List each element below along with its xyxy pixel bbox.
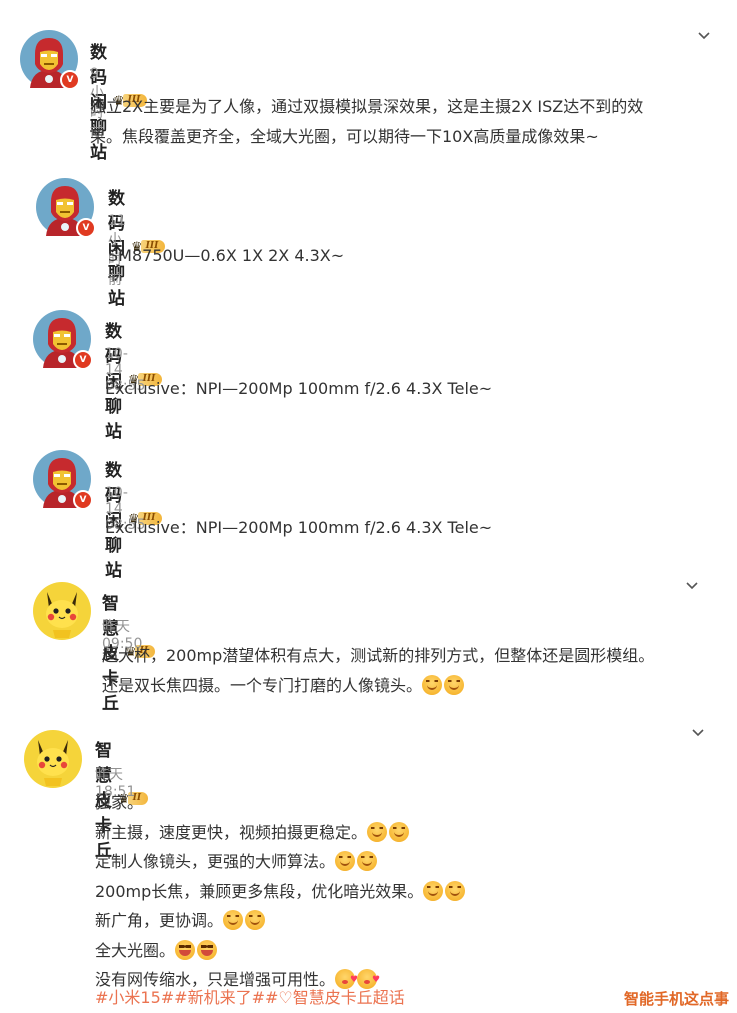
post-text: SM8750U—0.6X 1X 2X 4.3X~: [108, 241, 344, 271]
text-segment: 定制人像镜头，更强的大师算法。: [95, 852, 336, 871]
text-line: 超大杯，200mp潜望体积有点大，测试新的排列方式，但整体还是圆形模组。: [102, 646, 655, 665]
chevron-down-icon[interactable]: [692, 727, 704, 739]
text-line: 全大光圈。: [95, 936, 467, 966]
text-line: 果。焦段覆盖更齐全，全域大光圈，可以期待一下10X高质量成像效果~: [90, 127, 599, 146]
post-text: Exclusive：NPI—200Mp 100mm f/2.6 4.3X Tel…: [105, 513, 492, 543]
verified-badge-icon: V: [60, 70, 80, 90]
clap-emoji-icon: [335, 851, 356, 871]
post-text: Exclusive：NPI—200Mp 100mm f/2.6 4.3X Tel…: [105, 374, 492, 404]
text-segment: 还是双长焦四摄。一个专门打磨的人像镜头。: [102, 676, 423, 695]
text-line: 还是双长焦四摄。一个专门打磨的人像镜头。: [102, 671, 654, 701]
text-line: 新主摄，速度更快，视频拍摄更稳定。: [95, 818, 467, 848]
verified-badge-icon: V: [76, 218, 96, 238]
avatar[interactable]: [24, 730, 82, 788]
post-text: 独立2X主要是为了人像，通过双摄模拟景深效果，这是主摄2X ISZ达不到的效 果…: [90, 92, 643, 152]
text-segment: 200mp长焦，兼顾更多焦段，优化暗光效果。: [95, 881, 424, 901]
clap-emoji-icon: [367, 821, 388, 842]
post-text: 超大杯，200mp潜望体积有点大，测试新的排列方式，但整体还是圆形模组。 还是双…: [102, 641, 654, 701]
clap-emoji-icon: [423, 880, 444, 901]
chevron-down-icon[interactable]: [698, 30, 710, 42]
text-line: 定制人像镜头，更强的大师算法。: [95, 847, 467, 877]
text-segment: 新主摄，速度更快，视频拍摄更稳定。: [95, 822, 368, 842]
text-line: 新广角，更协调。: [95, 906, 467, 936]
text-line: Exclusive：NPI—200Mp 100mm f/2.6 4.3X Tel…: [105, 379, 493, 398]
avatar[interactable]: V: [33, 310, 93, 370]
grin-emoji-icon: [197, 939, 218, 960]
clap-emoji-icon: [357, 851, 378, 871]
clap-emoji-icon: [245, 910, 266, 930]
hashtag-link[interactable]: #小米15##新机来了#: [95, 988, 265, 1007]
super-topic-link[interactable]: 智慧皮卡丘超话: [293, 988, 405, 1007]
avatar[interactable]: [33, 582, 91, 640]
post-text: 独家。 新主摄，速度更快，视频拍摄更稳定。 定制人像镜头，更强的大师算法。 20…: [95, 788, 467, 996]
clap-emoji-icon: [445, 880, 466, 901]
text-line: 200mp长焦，兼顾更多焦段，优化暗光效果。: [95, 877, 467, 907]
avatar[interactable]: V: [36, 178, 96, 238]
text-segment: 全大光圈。: [95, 940, 176, 960]
hashtag-row: #小米15##新机来了##♡智慧皮卡丘超话: [95, 984, 405, 1008]
clap-emoji-icon: [389, 821, 410, 842]
verified-badge-icon: V: [73, 490, 93, 510]
avatar[interactable]: V: [20, 30, 80, 90]
clap-emoji-icon: [422, 675, 443, 695]
verified-badge-icon: V: [73, 350, 93, 370]
text-segment: 新广角，更协调。: [95, 911, 224, 930]
avatar-image: [33, 582, 91, 640]
avatar-image: [24, 730, 82, 788]
clap-emoji-icon: [223, 910, 244, 930]
text-line: SM8750U—0.6X 1X 2X 4.3X~: [108, 246, 345, 265]
text-line: 独立2X主要是为了人像，通过双摄模拟景深效果，这是主摄2X ISZ达不到的效: [90, 97, 644, 116]
avatar[interactable]: V: [33, 450, 93, 510]
text-line: 独家。: [95, 793, 144, 812]
grin-emoji-icon: [175, 939, 196, 960]
watermark: 智能手机这点事: [623, 990, 729, 1008]
clap-emoji-icon: [444, 675, 465, 695]
chevron-down-icon[interactable]: [686, 580, 698, 592]
super-topic-icon: #♡: [265, 988, 293, 1007]
text-line: Exclusive：NPI—200Mp 100mm f/2.6 4.3X Tel…: [105, 518, 493, 537]
